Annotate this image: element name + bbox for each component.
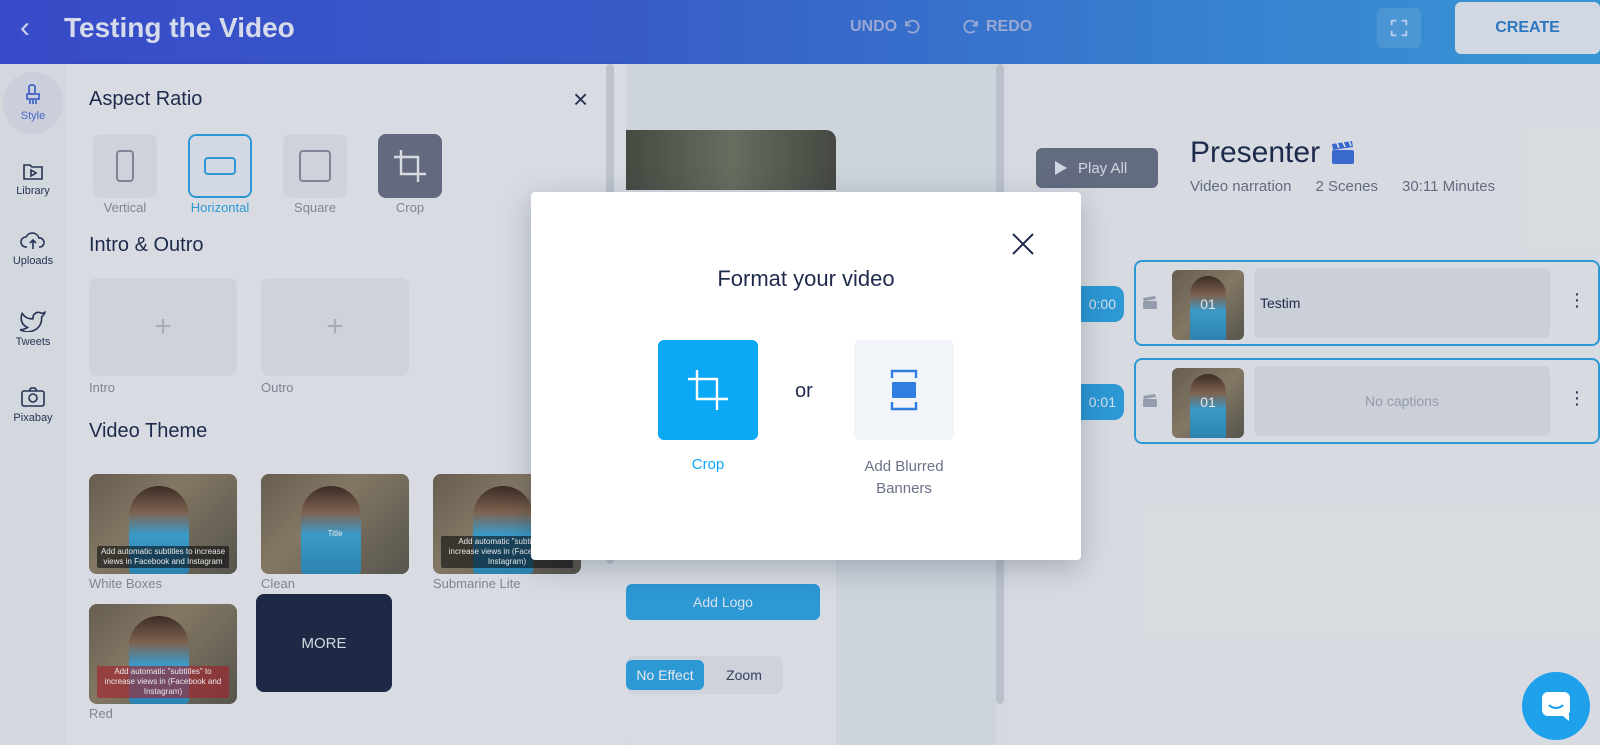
crop-option-button[interactable] [658,340,758,440]
blur-label-line: Banners [876,480,932,497]
blurred-banners-option-button[interactable] [854,340,954,440]
blurred-banners-option-label[interactable]: Add Blurred Banners [834,456,974,500]
crop-option-label[interactable]: Crop [648,456,768,473]
blur-label-line: Add Blurred [864,458,944,475]
or-separator: or [795,380,813,402]
chat-bubble-icon [1542,692,1570,721]
close-icon[interactable] [1009,230,1037,258]
format-video-dialog: Format your video Crop or Add Blurred Ba… [531,192,1081,560]
crop-icon [688,370,728,410]
blurred-banners-icon [890,369,918,411]
chat-support-button[interactable] [1522,672,1590,740]
dialog-title: Format your video [717,266,895,291]
